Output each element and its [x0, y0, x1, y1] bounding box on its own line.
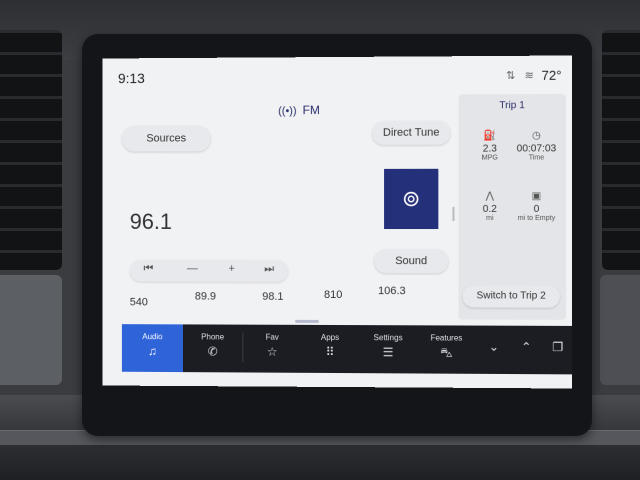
- nav-chevron-down[interactable]: ⌄: [479, 326, 509, 374]
- tuner-controls: ⏮ — + ⏭: [129, 259, 289, 282]
- trip-mpg-value: 2.3: [482, 143, 497, 155]
- chevron-up-icon: ⌃: [521, 339, 532, 354]
- nav-fav-label: Fav: [265, 332, 279, 342]
- road-icon: ⋀: [485, 190, 494, 202]
- trip-time-unit: Time: [528, 154, 545, 162]
- sound-button[interactable]: Sound: [374, 249, 449, 274]
- stacked-cards-icon: ❐: [552, 339, 564, 355]
- source-title: ((•)) FM: [278, 103, 320, 117]
- music-note-icon: ♫: [147, 344, 157, 359]
- direct-tune-button[interactable]: Direct Tune: [372, 120, 451, 145]
- apps-grid-icon: ⠿: [325, 344, 335, 359]
- chevron-down-icon: ⌄: [488, 339, 499, 354]
- preset-item[interactable]: 89.9: [195, 291, 216, 303]
- switch-trip-button[interactable]: Switch to Trip 2: [462, 285, 560, 308]
- trip-distance-unit: mi: [486, 214, 494, 222]
- panel-divider-handle[interactable]: [452, 206, 455, 221]
- source-title-label: FM: [302, 103, 320, 118]
- nav-settings[interactable]: Settings ☰: [360, 325, 416, 373]
- preset-scroll-indicator: [295, 319, 320, 323]
- nav-audio-label: Audio: [142, 332, 163, 342]
- nav-phone[interactable]: Phone ✆: [185, 324, 240, 372]
- preset-item[interactable]: 810: [324, 289, 342, 301]
- sources-button[interactable]: Sources: [121, 125, 211, 152]
- right-trim-panel: [600, 275, 640, 385]
- left-air-vent: [0, 30, 62, 270]
- phone-icon: ✆: [207, 344, 218, 359]
- trip-distance: ⋀ 0.2 mi: [465, 191, 516, 222]
- preset-item[interactable]: 540: [130, 296, 148, 308]
- minus-icon[interactable]: —: [187, 263, 198, 275]
- trip-time: ◷ 00:07:03 Time: [511, 130, 562, 161]
- preset-item[interactable]: 106.3: [378, 285, 406, 297]
- plus-icon[interactable]: +: [229, 263, 235, 275]
- trip-mpg-unit: MPG: [481, 154, 498, 162]
- nav-features[interactable]: Features ⛍: [418, 325, 474, 373]
- nav-multiview[interactable]: ❐: [544, 326, 572, 375]
- trip-empty-value: 0: [533, 203, 540, 215]
- car-icon: ⛍: [440, 345, 453, 360]
- status-time: 9:13: [117, 70, 145, 87]
- preset-list: 540 89.9 98.1 810 106.3: [130, 285, 459, 319]
- radio-antenna-icon: ⊚: [401, 185, 421, 211]
- trip-empty-unit: mi to Empty: [517, 214, 556, 222]
- fuel-icon: ⛽: [483, 130, 497, 142]
- nav-separator: [242, 332, 244, 363]
- seek-back-icon[interactable]: ⏮: [144, 263, 154, 276]
- clock-icon: ◷: [532, 130, 541, 142]
- right-air-vent: [602, 30, 640, 270]
- current-frequency: 96.1: [129, 209, 172, 234]
- nav-settings-label: Settings: [373, 333, 403, 343]
- left-trim-panel: [0, 275, 62, 385]
- nav-features-label: Features: [430, 333, 463, 343]
- trip-title: Trip 1: [499, 100, 525, 112]
- nav-fav[interactable]: Fav ☆: [244, 325, 300, 373]
- nav-chevron-up[interactable]: ⌃: [511, 326, 541, 375]
- radio-station-tile[interactable]: ⊚: [384, 168, 439, 230]
- trip-distance-value: 0.2: [482, 203, 497, 215]
- nav-apps[interactable]: Apps ⠿: [302, 325, 358, 373]
- preset-item[interactable]: 98.1: [262, 291, 283, 303]
- star-icon: ☆: [266, 344, 278, 359]
- seek-forward-icon[interactable]: ⏭: [264, 263, 274, 276]
- infotainment-screen: 9:13 ⇅ ≋ 72° ((•)) FM Sources Direct Tune…: [102, 55, 573, 389]
- nav-phone-label: Phone: [201, 332, 225, 342]
- status-temperature: 72°: [541, 67, 562, 83]
- trip-empty: ▣ 0 mi to Empty: [511, 191, 562, 222]
- trip-time-value: 00:07:03: [516, 143, 557, 155]
- sliders-icon: ☰: [382, 345, 394, 360]
- trip-mpg: ⛽ 2.3 MPG: [465, 130, 516, 161]
- broadcast-icon: ((•)): [278, 105, 297, 118]
- bottom-nav-bar: Audio ♫ Phone ✆ Fav ☆ Apps ⠿ Settings ☰ …: [121, 324, 573, 375]
- nav-apps-label: Apps: [320, 332, 340, 343]
- fuel-pump-icon: ▣: [531, 190, 542, 202]
- status-icons: ⇅ ≋: [506, 69, 537, 83]
- nav-audio[interactable]: Audio ♫: [121, 324, 183, 373]
